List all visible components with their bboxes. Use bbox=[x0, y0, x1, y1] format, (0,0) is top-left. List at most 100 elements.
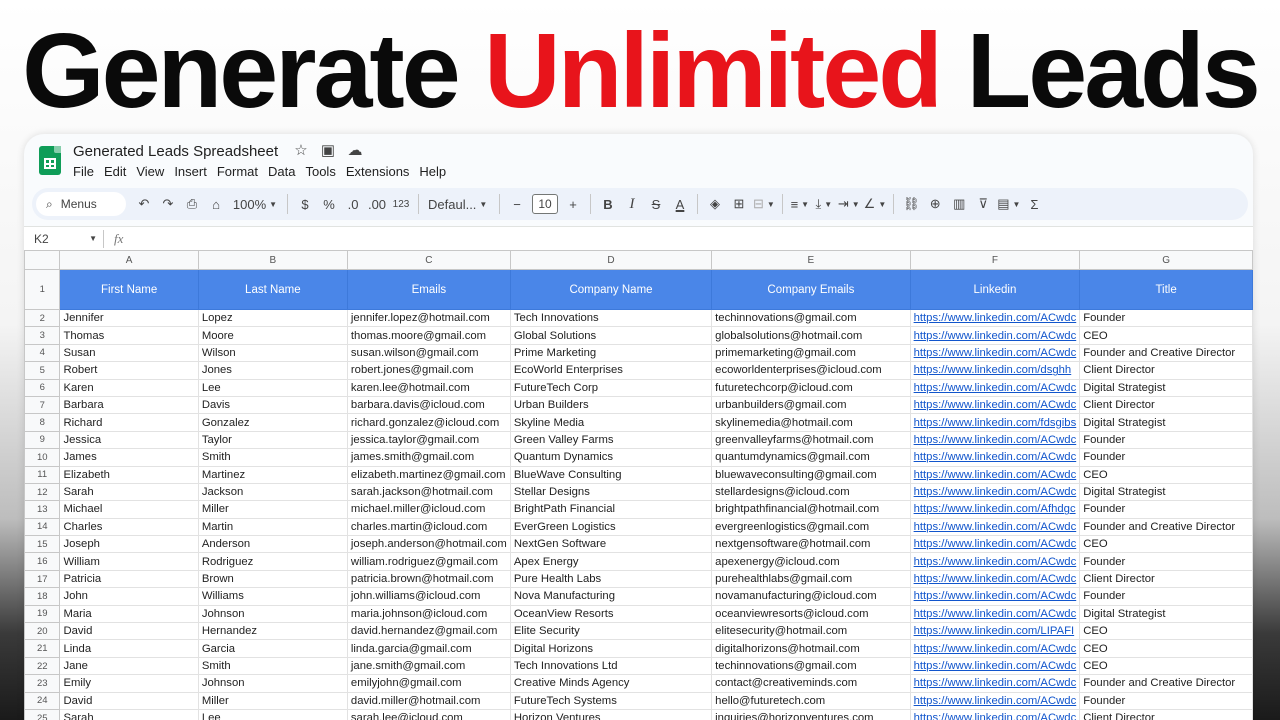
data-cell[interactable]: Digital Strategist bbox=[1079, 482, 1253, 502]
data-cell[interactable]: Garcia bbox=[197, 639, 348, 658]
menu-format[interactable]: Format bbox=[217, 164, 258, 179]
data-cell[interactable]: nextgensoftware@hotmail.com bbox=[711, 535, 911, 554]
data-cell[interactable]: BrightPath Financial bbox=[509, 500, 713, 519]
column-header[interactable]: D bbox=[509, 250, 713, 270]
data-cell[interactable]: emilyjohn@gmail.com bbox=[346, 674, 511, 693]
row-number[interactable]: 1 bbox=[24, 269, 61, 310]
horizontal-align-icon[interactable]: ≡ ▼ bbox=[788, 192, 812, 216]
increase-decimal-button[interactable]: .00 bbox=[365, 192, 389, 216]
data-cell[interactable]: Maria bbox=[59, 604, 199, 624]
select-all-corner[interactable] bbox=[24, 250, 61, 270]
data-cell[interactable]: Taylor bbox=[197, 430, 348, 450]
data-cell[interactable]: BlueWave Consulting bbox=[509, 465, 713, 484]
data-cell[interactable]: CEO bbox=[1079, 622, 1253, 641]
data-cell[interactable]: Digital Horizons bbox=[509, 639, 713, 658]
linkedin-link[interactable]: https://www.linkedin.com/ACwdc bbox=[909, 482, 1081, 502]
data-cell[interactable]: Client Director bbox=[1079, 361, 1253, 380]
data-cell[interactable]: Creative Minds Agency bbox=[509, 674, 713, 693]
row-number[interactable]: 11 bbox=[24, 465, 61, 484]
row-number[interactable]: 8 bbox=[24, 413, 61, 432]
data-cell[interactable]: FutureTech Corp bbox=[509, 378, 713, 397]
sheets-logo-icon[interactable] bbox=[39, 146, 61, 175]
italic-button[interactable]: I bbox=[620, 192, 644, 216]
data-cell[interactable]: Tech Innovations bbox=[509, 308, 713, 328]
data-cell[interactable]: Sarah bbox=[59, 708, 199, 720]
data-cell[interactable]: richard.gonzalez@icloud.com bbox=[346, 413, 511, 432]
data-cell[interactable]: maria.johnson@icloud.com bbox=[346, 604, 511, 624]
vertical-align-icon[interactable]: ⤓ ▼ bbox=[812, 192, 836, 216]
data-cell[interactable]: Martin bbox=[197, 517, 348, 537]
data-cell[interactable]: inquiries@horizonventures.com bbox=[711, 708, 911, 720]
data-cell[interactable]: Global Solutions bbox=[509, 326, 713, 345]
data-cell[interactable]: Charles bbox=[59, 517, 199, 537]
header-cell[interactable]: Linkedin bbox=[909, 269, 1081, 310]
data-cell[interactable]: Jane bbox=[59, 656, 199, 676]
data-cell[interactable]: Quantum Dynamics bbox=[509, 448, 713, 467]
data-cell[interactable]: brightpathfinancial@hotmail.com bbox=[711, 500, 911, 519]
data-cell[interactable]: Founder bbox=[1079, 430, 1253, 450]
data-cell[interactable]: Founder bbox=[1079, 448, 1253, 467]
data-cell[interactable]: Davis bbox=[197, 395, 348, 415]
linkedin-link[interactable]: https://www.linkedin.com/ACwdc bbox=[909, 656, 1081, 676]
data-cell[interactable]: karen.lee@hotmail.com bbox=[346, 378, 511, 397]
data-cell[interactable]: Johnson bbox=[197, 604, 348, 624]
data-cell[interactable]: Johnson bbox=[197, 674, 348, 693]
number-format-button[interactable]: 123 bbox=[389, 192, 413, 216]
menu-extensions[interactable]: Extensions bbox=[346, 164, 410, 179]
data-cell[interactable]: Patricia bbox=[59, 569, 199, 589]
data-cell[interactable]: Miller bbox=[197, 500, 348, 519]
data-cell[interactable]: Moore bbox=[197, 326, 348, 345]
data-cell[interactable]: OceanView Resorts bbox=[509, 604, 713, 624]
row-number[interactable]: 6 bbox=[24, 378, 61, 397]
paint-format-icon[interactable]: ⌂ bbox=[204, 192, 228, 216]
data-cell[interactable]: hello@futuretech.com bbox=[711, 691, 911, 710]
linkedin-link[interactable]: https://www.linkedin.com/ACwdc bbox=[909, 395, 1081, 415]
percent-format-button[interactable]: % bbox=[317, 192, 341, 216]
row-number[interactable]: 20 bbox=[24, 622, 61, 641]
data-cell[interactable]: evergreenlogistics@gmail.com bbox=[711, 517, 911, 537]
row-number[interactable]: 22 bbox=[24, 656, 61, 676]
data-cell[interactable]: david.miller@hotmail.com bbox=[346, 691, 511, 710]
cloud-status-icon[interactable]: ☁ bbox=[346, 142, 364, 160]
data-cell[interactable]: John bbox=[59, 587, 199, 606]
data-cell[interactable]: linda.garcia@gmail.com bbox=[346, 639, 511, 658]
data-cell[interactable]: David bbox=[59, 622, 199, 641]
linkedin-link[interactable]: https://www.linkedin.com/ACwdc bbox=[909, 535, 1081, 554]
menu-view[interactable]: View bbox=[136, 164, 164, 179]
data-cell[interactable]: Tech Innovations Ltd bbox=[509, 656, 713, 676]
row-number[interactable]: 24 bbox=[24, 691, 61, 710]
data-cell[interactable]: techinnovations@gmail.com bbox=[711, 308, 911, 328]
row-number[interactable]: 23 bbox=[24, 674, 61, 693]
data-cell[interactable]: Rodriguez bbox=[197, 552, 348, 571]
column-header[interactable]: B bbox=[197, 250, 348, 270]
data-cell[interactable]: james.smith@gmail.com bbox=[346, 448, 511, 467]
header-cell[interactable]: Title bbox=[1079, 269, 1253, 310]
data-cell[interactable]: thomas.moore@gmail.com bbox=[346, 326, 511, 345]
menu-help[interactable]: Help bbox=[419, 164, 446, 179]
data-cell[interactable]: Founder bbox=[1079, 691, 1253, 710]
row-number[interactable]: 19 bbox=[24, 604, 61, 624]
move-folder-icon[interactable]: ▣ bbox=[319, 142, 337, 160]
row-number[interactable]: 9 bbox=[24, 430, 61, 450]
row-number[interactable]: 12 bbox=[24, 482, 61, 502]
row-number[interactable]: 21 bbox=[24, 639, 61, 658]
data-cell[interactable]: Client Director bbox=[1079, 708, 1253, 720]
menu-insert[interactable]: Insert bbox=[174, 164, 207, 179]
data-cell[interactable]: sarah.lee@icloud.com bbox=[346, 708, 511, 720]
data-cell[interactable]: Elizabeth bbox=[59, 465, 199, 484]
data-cell[interactable]: Smith bbox=[197, 448, 348, 467]
decrease-font-size-icon[interactable]: − bbox=[505, 192, 529, 216]
column-header[interactable]: E bbox=[711, 250, 911, 270]
data-cell[interactable]: Founder and Creative Director bbox=[1079, 517, 1253, 537]
data-cell[interactable]: Miller bbox=[197, 691, 348, 710]
data-cell[interactable]: Skyline Media bbox=[509, 413, 713, 432]
data-cell[interactable]: futuretechcorp@icloud.com bbox=[711, 378, 911, 397]
data-cell[interactable]: Michael bbox=[59, 500, 199, 519]
data-cell[interactable]: Linda bbox=[59, 639, 199, 658]
data-cell[interactable]: Founder bbox=[1079, 500, 1253, 519]
data-cell[interactable]: jennifer.lopez@hotmail.com bbox=[346, 308, 511, 328]
data-cell[interactable]: Susan bbox=[59, 343, 199, 363]
data-cell[interactable]: Joseph bbox=[59, 535, 199, 554]
fill-color-icon[interactable]: ◈ bbox=[703, 192, 727, 216]
data-cell[interactable]: quantumdynamics@gmail.com bbox=[711, 448, 911, 467]
